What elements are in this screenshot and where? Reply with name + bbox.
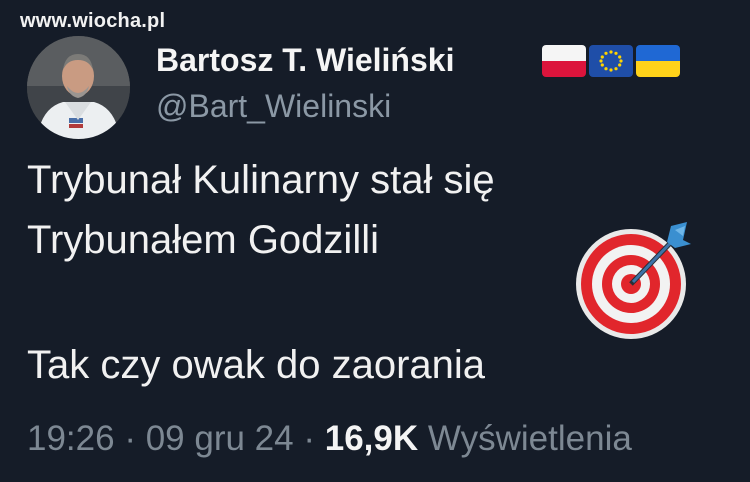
- views-label: Wyświetlenia: [427, 419, 632, 458]
- tweet-meta: 19:26 · 09 gru 24 · 16,9K Wyświetlenia: [27, 419, 632, 459]
- flag-ukraine-icon: [636, 45, 680, 77]
- author-handle[interactable]: @Bart_Wielinski: [156, 88, 391, 125]
- tweet-text-line: Trybunał Kulinarny stał się: [27, 158, 495, 202]
- flag-eu-icon: [589, 45, 633, 77]
- avatar[interactable]: [27, 36, 130, 139]
- flag-emojis: [542, 45, 680, 79]
- watermark: www.wiocha.pl: [20, 10, 166, 32]
- direct-hit-icon: [575, 218, 699, 342]
- separator: ·: [124, 419, 136, 458]
- tweet-text-line: Trybunałem Godzilli: [27, 218, 379, 262]
- author-name[interactable]: Bartosz T. Wieliński: [156, 42, 454, 79]
- tweet-time[interactable]: 19:26: [27, 419, 115, 458]
- flag-poland-icon: [542, 45, 586, 77]
- tweet-text-line: Tak czy owak do zaorania: [27, 343, 486, 387]
- tweet-date[interactable]: 09 gru 24: [146, 419, 294, 458]
- views-count[interactable]: 16,9K: [325, 419, 418, 458]
- separator: ·: [303, 419, 316, 458]
